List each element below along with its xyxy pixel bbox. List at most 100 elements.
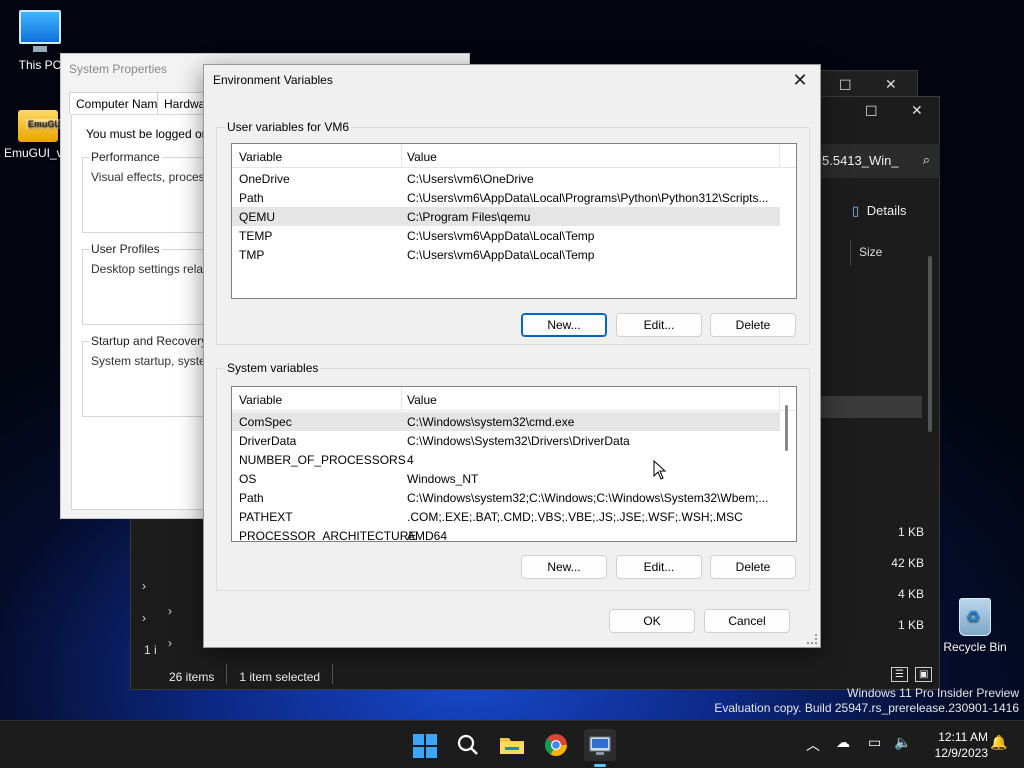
- column-header-variable[interactable]: Variable: [232, 387, 402, 411]
- variable-name: QEMU: [239, 210, 275, 224]
- variable-value: C:\Windows\System32\Drivers\DriverData: [407, 434, 630, 448]
- file-explorer-button[interactable]: [496, 729, 528, 761]
- column-header-variable[interactable]: Variable: [232, 144, 402, 168]
- start-button[interactable]: [408, 729, 440, 761]
- system-delete-button[interactable]: Delete: [710, 555, 796, 579]
- system-properties-taskbar-button[interactable]: [584, 729, 616, 767]
- close-icon: ✕: [792, 70, 808, 90]
- user-delete-button[interactable]: Delete: [710, 313, 796, 337]
- variable-name: NUMBER_OF_PROCESSORS: [239, 453, 406, 467]
- group-title: Performance: [89, 150, 162, 164]
- user-new-button[interactable]: New...: [521, 313, 607, 337]
- section-title: User variables for VM6: [225, 120, 352, 134]
- clock-time: 12:11 AM: [938, 730, 988, 744]
- system-new-button[interactable]: New...: [521, 555, 607, 579]
- tab-computer-name[interactable]: Computer Name: [69, 92, 172, 114]
- user-variables-section: User variables for VM6 Variable Value On…: [216, 120, 810, 345]
- watermark-line-2: Evaluation copy. Build 25947.rs_prerelea…: [714, 701, 1019, 715]
- system-variables-section: System variables Variable Value ComSpec C…: [216, 361, 810, 591]
- close-button[interactable]: ✕: [788, 69, 812, 93]
- cancel-button[interactable]: Cancel: [704, 609, 790, 633]
- user-variable-row-selected[interactable]: QEMU C:\Program Files\qemu: [232, 207, 780, 226]
- maximize-icon[interactable]: ☐: [839, 77, 852, 94]
- resize-grip-icon[interactable]: [807, 634, 817, 644]
- user-variable-row[interactable]: TEMP C:\Users\vm6\AppData\Local\Temp: [232, 226, 780, 245]
- user-variable-row[interactable]: Path C:\Users\vm6\AppData\Local\Programs\…: [232, 188, 780, 207]
- search-text: 5.5413_Win_: [822, 153, 899, 168]
- group-text: Desktop settings related: [91, 262, 220, 276]
- variable-name: PROCESSOR_ARCHITECTURE: [239, 529, 417, 542]
- user-edit-button[interactable]: Edit...: [616, 313, 702, 337]
- dialog-title: Environment Variables: [213, 73, 333, 87]
- explorer-search-box[interactable]: 5.5413_Win_ ⌕: [816, 144, 940, 178]
- variable-name: TEMP: [239, 229, 273, 243]
- window-title: System Properties: [69, 62, 168, 76]
- windows-logo-icon: [408, 729, 440, 763]
- details-pane-button[interactable]: ▯ Details: [852, 203, 907, 219]
- nav-chevron-icon[interactable]: ›: [142, 579, 146, 593]
- clock-date: 12/9/2023: [934, 746, 988, 760]
- chrome-icon: [544, 734, 567, 756]
- system-variable-row[interactable]: OS Windows_NT: [232, 469, 780, 488]
- nav-chevron-icon[interactable]: ›: [142, 611, 146, 625]
- logon-notice: You must be logged on a: [86, 127, 219, 141]
- list-view-icon[interactable]: ☰: [891, 667, 908, 682]
- system-variable-row[interactable]: Path C:\Windows\system32;C:\Windows;C:\Wi…: [232, 488, 780, 507]
- search-button[interactable]: [452, 729, 484, 761]
- close-icon[interactable]: ✕: [885, 76, 897, 93]
- variable-value: 4: [407, 453, 414, 467]
- details-label: Details: [866, 203, 907, 218]
- group-text: Visual effects, processor: [91, 170, 222, 184]
- desktop-icon-recycle-bin[interactable]: ♻ Recycle Bin: [935, 598, 1015, 654]
- variable-name: Path: [239, 191, 264, 205]
- clock[interactable]: 12:11 AM 12/9/2023: [922, 729, 988, 761]
- group-title: Startup and Recovery: [89, 334, 210, 348]
- file-size: 1 KB: [897, 525, 924, 539]
- watermark-line-1: Windows 11 Pro Insider Preview: [847, 686, 1019, 700]
- system-variable-row[interactable]: PATHEXT .COM;.EXE;.BAT;.CMD;.VBS;.VBE;.JS…: [232, 507, 780, 526]
- environment-variables-dialog[interactable]: Environment Variables ✕ User variables f…: [203, 64, 821, 648]
- ok-button[interactable]: OK: [609, 609, 695, 633]
- user-variable-row[interactable]: OneDrive C:\Users\vm6\OneDrive: [232, 169, 780, 188]
- onedrive-icon[interactable]: ☁: [836, 734, 850, 751]
- search-icon: [457, 734, 478, 755]
- selected-file-row[interactable]: [820, 396, 922, 418]
- file-size: 42 KB: [891, 556, 924, 570]
- user-variables-list[interactable]: Variable Value OneDrive C:\Users\vm6\OneD…: [231, 143, 797, 299]
- nav-chevron-icon[interactable]: ›: [168, 604, 172, 618]
- system-edit-button[interactable]: Edit...: [616, 555, 702, 579]
- mouse-cursor-icon: [653, 460, 667, 480]
- size-column-header[interactable]: Size: [850, 240, 940, 266]
- status-item-count: 26 items: [157, 664, 228, 684]
- chrome-button[interactable]: [540, 729, 572, 761]
- system-variable-row[interactable]: PROCESSOR_ARCHITECTURE AMD64: [232, 526, 780, 542]
- column-header-value[interactable]: Value: [402, 144, 780, 168]
- notification-bell-icon[interactable]: 🔔: [990, 734, 1007, 751]
- user-variable-row[interactable]: TMP C:\Users\vm6\AppData\Local\Temp: [232, 245, 780, 264]
- system-list-scrollbar[interactable]: [785, 405, 788, 451]
- explorer-scrollbar[interactable]: [928, 256, 932, 432]
- nav-chevron-icon[interactable]: ›: [168, 636, 172, 650]
- column-header-value[interactable]: Value: [402, 387, 780, 411]
- variable-value: C:\Users\vm6\AppData\Local\Temp: [407, 229, 595, 243]
- tile-view-icon[interactable]: ▣: [915, 667, 933, 682]
- close-icon[interactable]: ✕: [911, 102, 923, 119]
- system-properties-icon: [589, 736, 611, 755]
- list-header: Variable Value: [232, 144, 796, 168]
- system-variable-row-selected[interactable]: ComSpec C:\Windows\system32\cmd.exe: [232, 412, 780, 431]
- details-icon: ▯: [852, 203, 860, 218]
- variable-value: Windows_NT: [407, 472, 479, 486]
- system-variable-row[interactable]: DriverData C:\Windows\System32\Drivers\Dr…: [232, 431, 780, 450]
- recycle-bin-icon: ♻: [959, 598, 991, 636]
- system-variables-list[interactable]: Variable Value ComSpec C:\Windows\system3…: [231, 386, 797, 542]
- network-icon[interactable]: ▭: [868, 734, 881, 751]
- search-icon: ⌕: [922, 152, 930, 167]
- show-hidden-icons-chevron-icon[interactable]: ︿: [806, 735, 820, 755]
- list-header: Variable Value: [232, 387, 796, 411]
- variable-value: AMD64: [407, 529, 448, 542]
- variable-value: C:\Users\vm6\OneDrive: [407, 172, 534, 186]
- volume-icon[interactable]: 🔈: [894, 734, 911, 751]
- taskbar: ︿ ☁ ▭ 🔈 12:11 AM 12/9/2023 🔔: [0, 720, 1024, 768]
- system-variable-row[interactable]: NUMBER_OF_PROCESSORS 4: [232, 450, 780, 469]
- maximize-icon[interactable]: ☐: [865, 103, 878, 120]
